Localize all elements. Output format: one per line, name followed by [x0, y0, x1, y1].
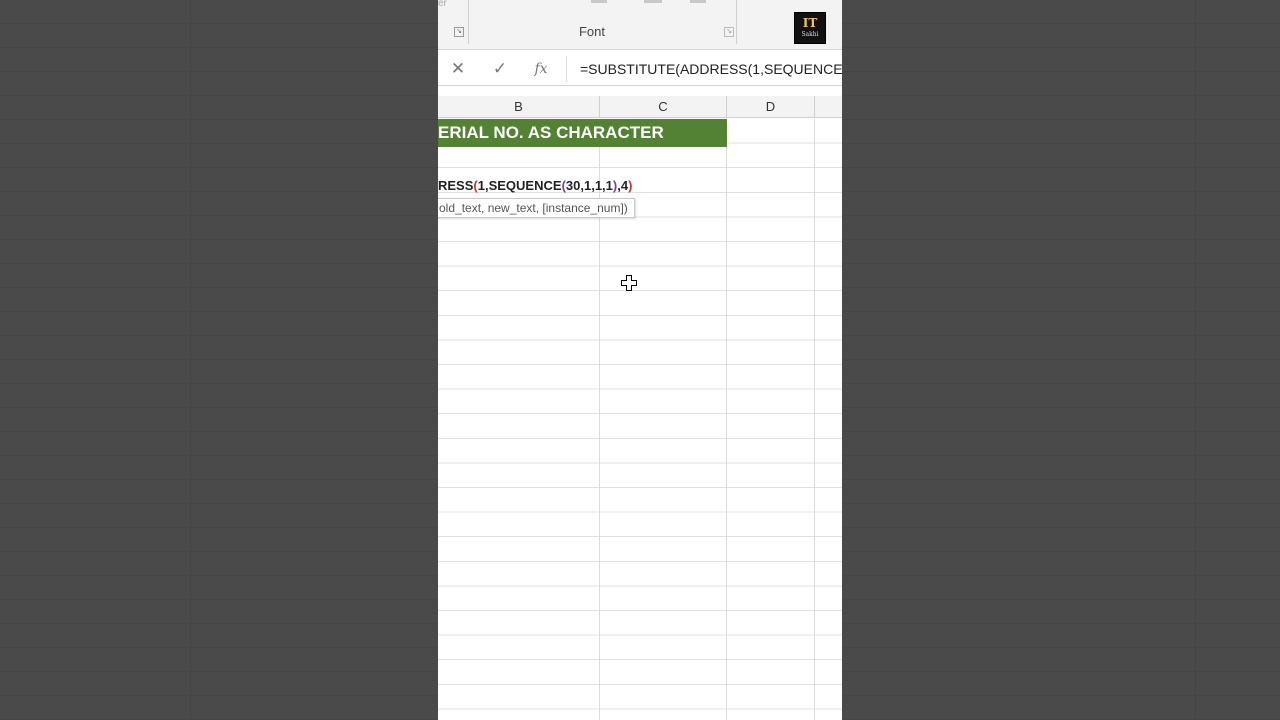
formula-input[interactable]: =SUBSTITUTE(ADDRESS(1,SEQUENCE(: [580, 61, 842, 77]
editing-cell[interactable]: RESS(1,SEQUENCE(30,1,1,1),4): [438, 176, 632, 196]
font-dialog-launcher-icon[interactable]: ↘: [724, 27, 734, 37]
background-divider: [1195, 0, 1196, 720]
formula-bar-divider: [566, 56, 567, 82]
formula-text: RESS: [438, 178, 474, 193]
column-headers: B C D: [438, 96, 842, 118]
ribbon: er ↘ Font ↘ IT Sakhi: [438, 0, 842, 50]
dialog-launcher-icon[interactable]: ↘: [454, 27, 464, 37]
ribbon-separator: [736, 0, 737, 44]
column-header-b[interactable]: B: [438, 96, 600, 118]
ribbon-separator: [468, 0, 469, 44]
formula-text: 1,SEQUENCE: [477, 178, 562, 193]
cancel-icon[interactable]: ✕: [447, 58, 469, 80]
column-border: [814, 119, 815, 720]
formula-paren: ): [628, 178, 633, 193]
column-header-c[interactable]: C: [600, 96, 727, 118]
column-border: [726, 119, 727, 720]
ribbon-button-fragment[interactable]: [644, 0, 662, 3]
excel-window: er ↘ Font ↘ IT Sakhi ✕ ✓ fx =SUBSTITUTE(…: [438, 0, 842, 720]
font-group-label: Font: [578, 24, 605, 39]
function-tooltip: old_text, new_text, [instance_num]): [438, 198, 635, 218]
logo-text: IT: [802, 16, 818, 30]
ribbon-button-fragment[interactable]: [591, 0, 607, 3]
formula-text: 30,1,1,1: [565, 178, 613, 193]
ribbon-button-fragment[interactable]: [690, 0, 706, 3]
formula-text: ,4: [617, 178, 629, 193]
channel-logo: IT Sakhi: [794, 12, 826, 44]
enter-icon[interactable]: ✓: [489, 58, 511, 80]
ribbon-fragment-label: er: [438, 0, 447, 9]
title-cell[interactable]: ERIAL NO. AS CHARACTER: [438, 119, 727, 147]
cell-cursor-icon: [621, 275, 637, 291]
insert-function-icon[interactable]: fx: [530, 58, 552, 80]
logo-subtext: Sakhi: [801, 31, 819, 38]
column-header-d[interactable]: D: [727, 96, 815, 118]
formula-bar: ✕ ✓ fx =SUBSTITUTE(ADDRESS(1,SEQUENCE(: [438, 52, 842, 86]
background-divider: [190, 0, 191, 720]
